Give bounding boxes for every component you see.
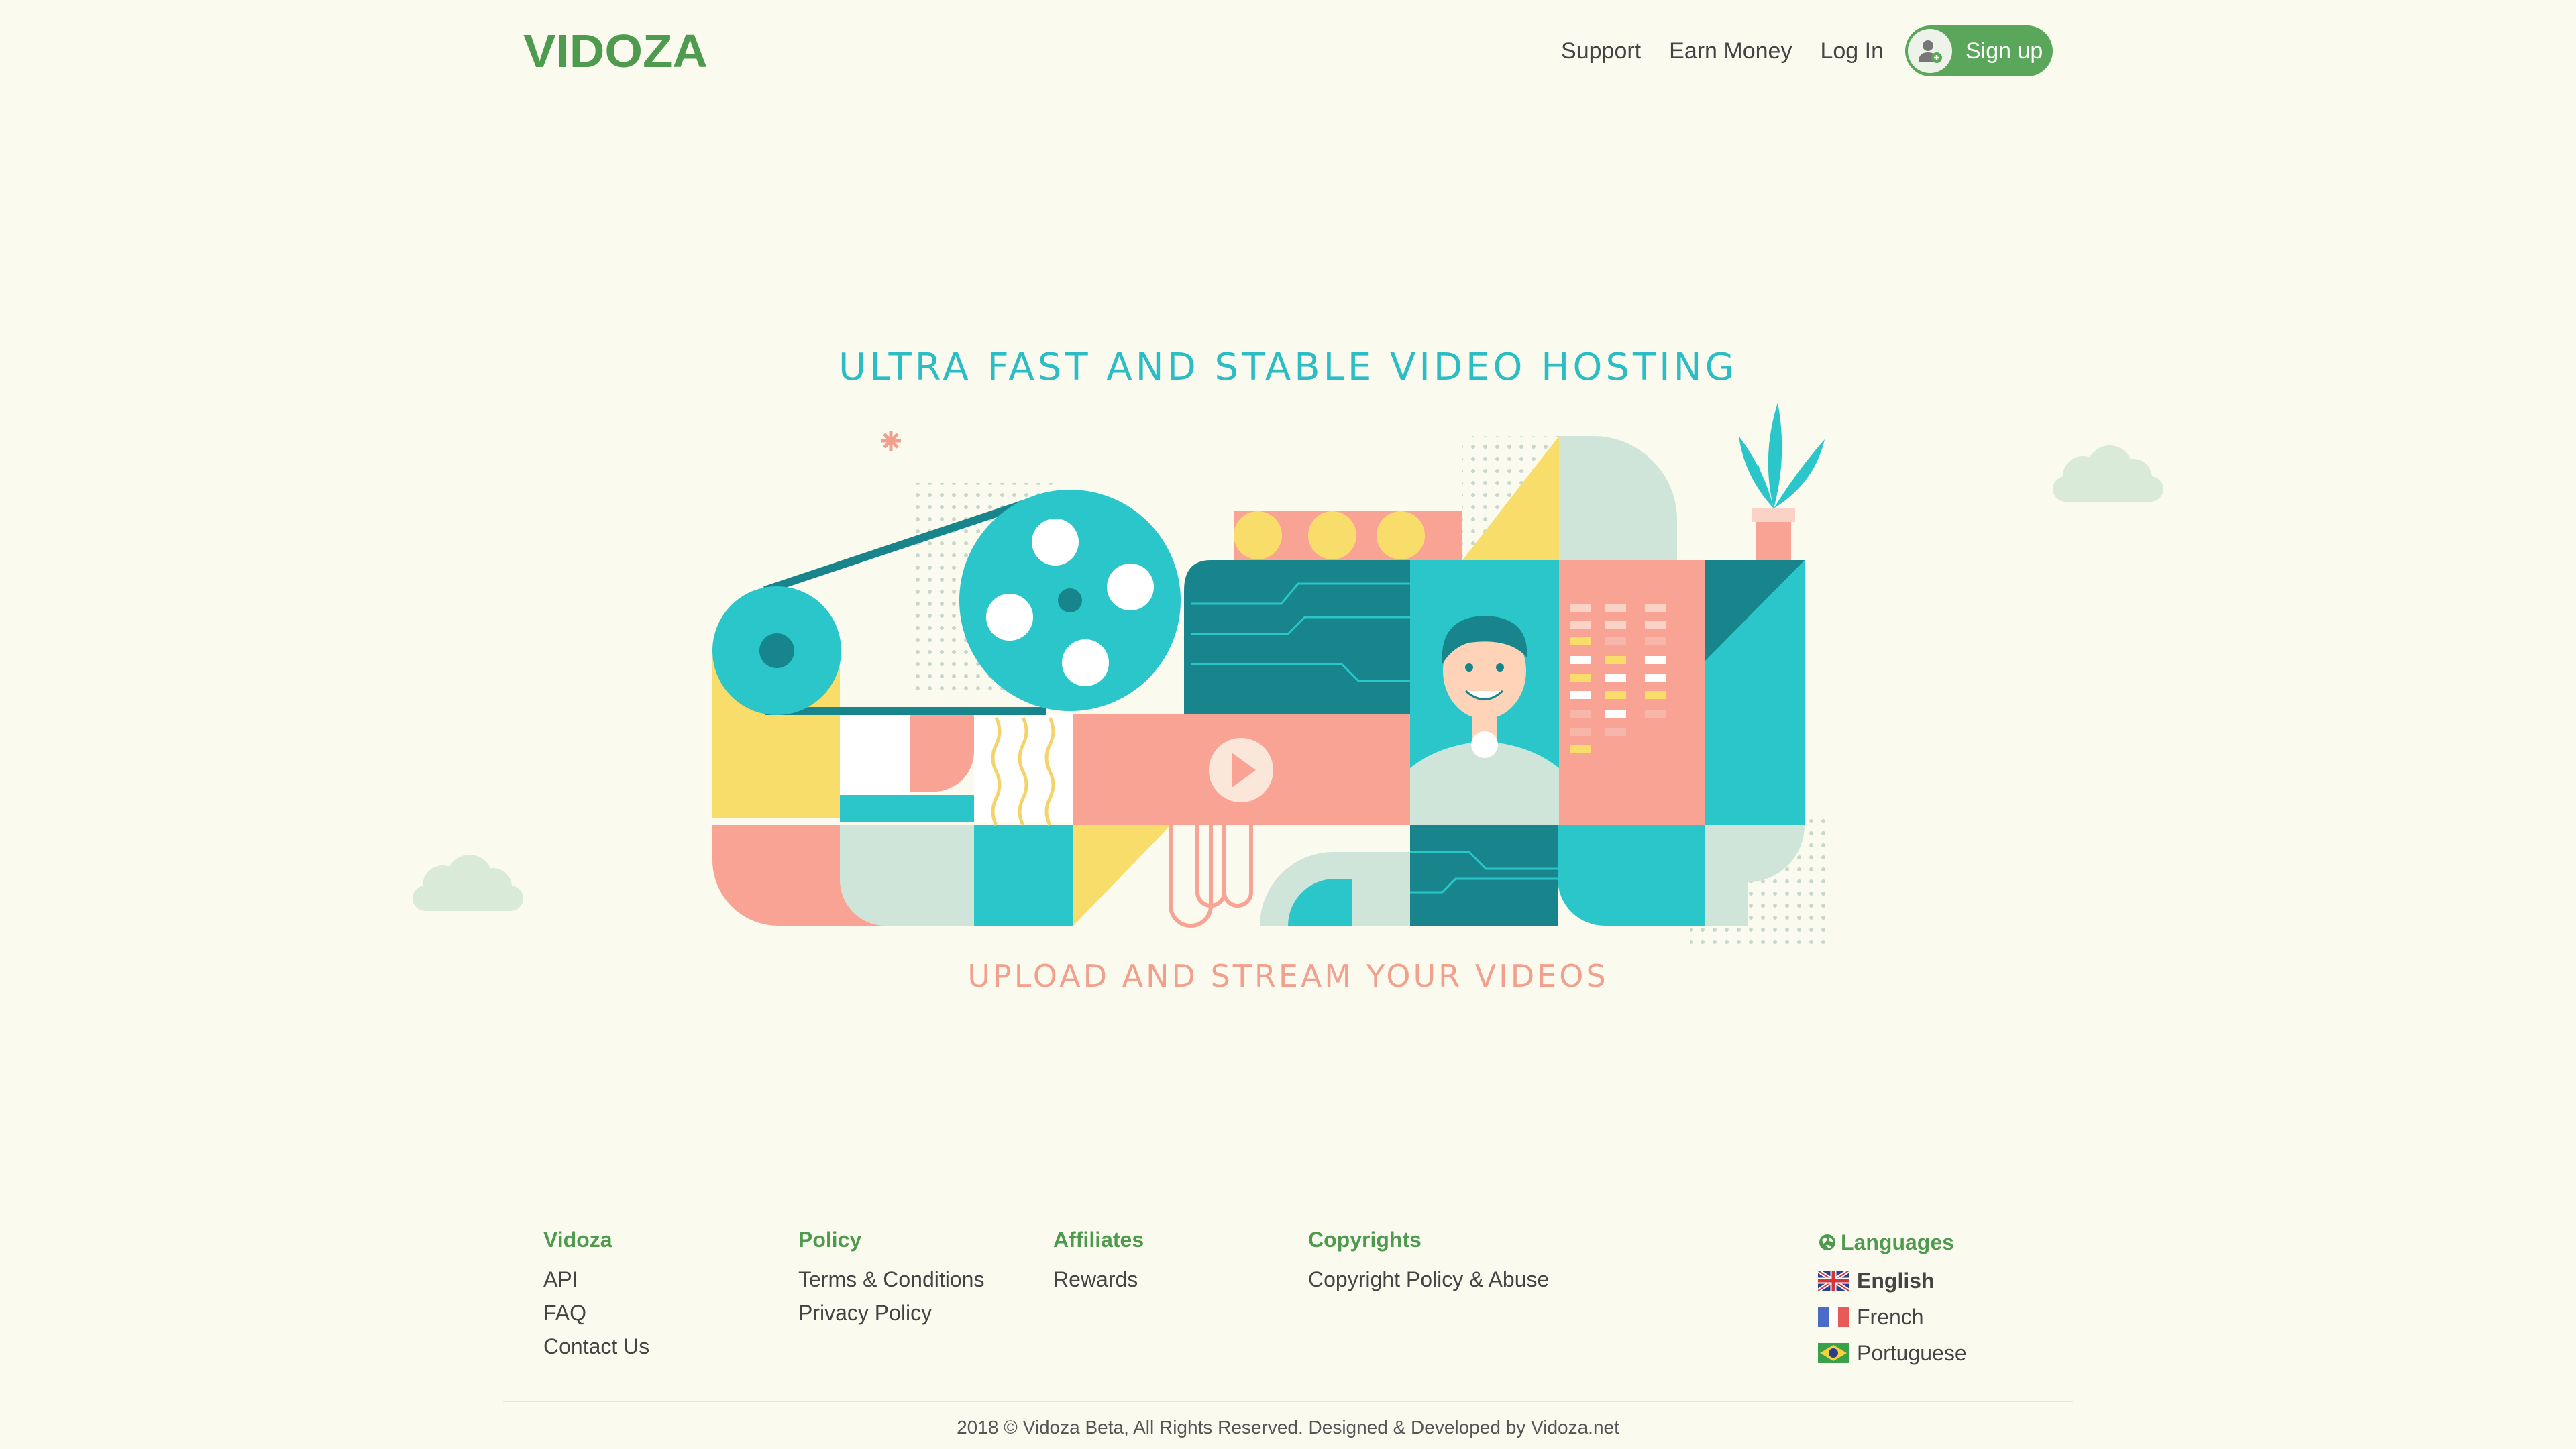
user-add-icon bbox=[1908, 29, 1952, 73]
logo-text: VIDOZA bbox=[523, 27, 708, 74]
language-english[interactable]: English bbox=[1818, 1263, 1967, 1299]
language-french[interactable]: French bbox=[1818, 1299, 1967, 1335]
uk-flag-icon bbox=[1818, 1271, 1849, 1291]
footer-link-contact[interactable]: Contact Us bbox=[543, 1330, 649, 1363]
vidoza-logo[interactable]: VIDOZA bbox=[523, 27, 711, 74]
footer-divider bbox=[503, 1401, 2073, 1402]
nav-login-link[interactable]: Log In bbox=[1820, 38, 1884, 64]
languages-heading-label: Languages bbox=[1841, 1230, 1954, 1254]
footer-col-copyrights: Copyrights Copyright Policy & Abuse bbox=[1308, 1228, 1549, 1296]
globe-icon bbox=[1819, 1234, 1835, 1250]
language-french-label: French bbox=[1857, 1304, 1924, 1329]
france-flag-icon bbox=[1818, 1307, 1849, 1327]
nav-support-link[interactable]: Support bbox=[1561, 38, 1641, 64]
nav-earn-money-link[interactable]: Earn Money bbox=[1669, 38, 1792, 64]
top-nav: Support Earn Money Log In Sign up bbox=[1533, 24, 2053, 78]
copyright-text: 2018 © Vidoza Beta, All Rights Reserved.… bbox=[957, 1417, 1619, 1438]
language-portuguese[interactable]: Portuguese bbox=[1818, 1335, 1967, 1371]
signup-label: Sign up bbox=[1966, 38, 2043, 64]
hero-illustration bbox=[712, 402, 1825, 946]
footer-col-affiliates: Affiliates Rewards bbox=[1053, 1228, 1144, 1296]
language-english-label: English bbox=[1857, 1268, 1935, 1293]
footer-heading-copyrights: Copyrights bbox=[1308, 1228, 1421, 1252]
footer-col-vidoza: Vidoza API FAQ Contact Us bbox=[543, 1228, 649, 1363]
footer-link-faq[interactable]: FAQ bbox=[543, 1296, 649, 1330]
language-portuguese-label: Portuguese bbox=[1857, 1340, 1967, 1365]
footer-col-languages: Languages English French Portuguese bbox=[1818, 1228, 1967, 1371]
sparkle-salmon bbox=[881, 431, 901, 451]
hero-subtitle: UPLOAD AND STREAM YOUR VIDEOS bbox=[967, 958, 1609, 994]
signup-button[interactable]: Sign up bbox=[1905, 25, 2053, 76]
footer-heading-languages: Languages bbox=[1818, 1228, 1967, 1257]
footer-link-terms[interactable]: Terms & Conditions bbox=[798, 1263, 984, 1296]
cloud-decoration-right bbox=[2053, 445, 2163, 502]
footer-link-copyright-policy[interactable]: Copyright Policy & Abuse bbox=[1308, 1263, 1549, 1296]
footer-heading-policy: Policy bbox=[798, 1228, 862, 1252]
footer-col-policy: Policy Terms & Conditions Privacy Policy bbox=[798, 1228, 984, 1330]
cloud-decoration-left bbox=[413, 855, 523, 911]
brazil-flag-icon bbox=[1818, 1343, 1849, 1363]
footer-link-privacy[interactable]: Privacy Policy bbox=[798, 1296, 984, 1330]
footer-link-api[interactable]: API bbox=[543, 1263, 649, 1296]
hero-title: ULTRA FAST AND STABLE VIDEO HOSTING bbox=[839, 345, 1737, 389]
footer-heading-vidoza: Vidoza bbox=[543, 1228, 612, 1252]
footer-heading-affiliates: Affiliates bbox=[1053, 1228, 1144, 1252]
footer-link-rewards[interactable]: Rewards bbox=[1053, 1263, 1144, 1296]
